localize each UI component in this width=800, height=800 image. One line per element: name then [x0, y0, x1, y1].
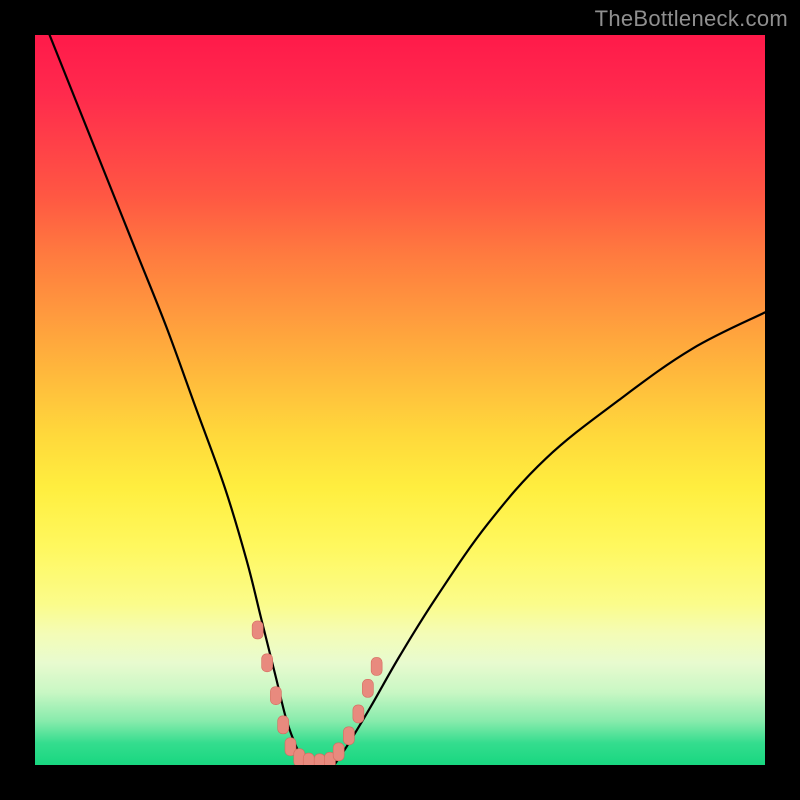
trough-marker	[262, 654, 273, 672]
trough-marker	[252, 621, 263, 639]
trough-marker	[353, 705, 364, 723]
trough-marker	[371, 657, 382, 675]
trough-marker	[333, 743, 344, 761]
trough-marker	[314, 754, 325, 765]
plot-area	[35, 35, 765, 765]
trough-markers	[252, 621, 382, 765]
right-branch-curve	[334, 312, 765, 765]
trough-marker	[278, 716, 289, 734]
trough-marker	[270, 687, 281, 705]
trough-marker	[343, 727, 354, 745]
chart-frame: TheBottleneck.com	[0, 0, 800, 800]
watermark-text: TheBottleneck.com	[595, 6, 788, 32]
curve-svg	[35, 35, 765, 765]
trough-marker	[303, 753, 314, 765]
trough-marker	[362, 679, 373, 697]
